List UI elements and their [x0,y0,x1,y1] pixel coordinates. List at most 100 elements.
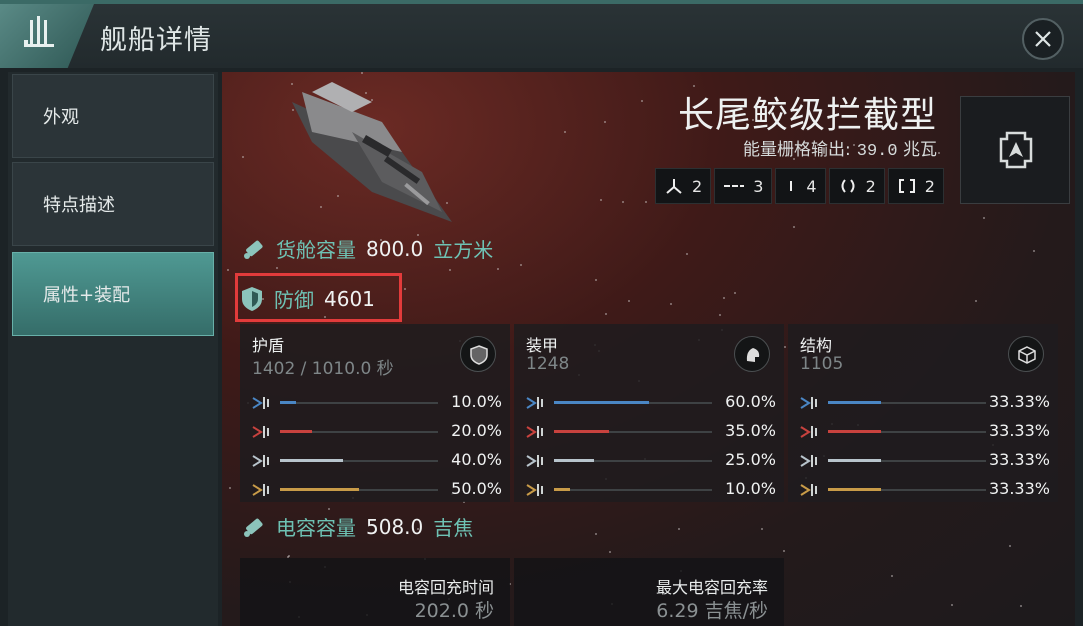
sidebar-item-appearance[interactable]: 外观 [12,74,214,158]
star [686,253,688,255]
kinetic-damage-icon [252,455,269,467]
star [609,551,611,553]
resist-fill [554,401,649,404]
star [595,533,597,535]
close-button[interactable] [1022,18,1064,60]
low-slot-icon [841,179,855,193]
resist-fill [828,430,881,433]
resist-percent: 35.0% [725,421,776,440]
structure-cube-icon [1018,346,1036,364]
star [276,267,278,269]
resist-percent: 20.0% [451,421,502,440]
star [645,201,647,203]
resist-row-thermal: 20.0% [252,421,502,443]
resist-percent: 33.33% [988,450,1050,469]
star [641,100,643,102]
attributes-panel: 长尾鲛级拦截型 能量栅格输出: 39.0 兆瓦 2 3 4 2 2 货舱容量 8… [222,72,1075,626]
explosive-damage-icon [800,484,817,496]
capacitor-row: 电容容量 508.0 吉焦 [240,512,473,541]
resist-percent: 33.33% [988,392,1050,411]
slot-count: 2 [692,176,703,196]
ship-name: 长尾鲛级拦截型 [677,95,937,136]
window-logo [0,4,94,68]
slot-rig: 2 [887,168,944,204]
structure-resist-panel: 结构 1105 33.33% 33.33% 33.33% 33.33% [788,324,1058,502]
sidebar-item-attributes-fitting[interactable]: 属性+装配 [12,252,214,336]
resist-row-em: 33.33% [800,392,1050,414]
explosive-damage-icon [526,484,543,496]
resist-row-em: 60.0% [526,392,776,414]
shield-title: 护盾 [252,336,285,355]
star [622,201,624,203]
resist-row-em: 10.0% [252,392,502,414]
capacitor-value: 508.0 [366,514,424,539]
slot-count: 2 [924,176,935,196]
structure-title: 结构 [800,336,833,355]
capacitor-unit: 吉焦 [433,516,474,540]
star [604,121,606,123]
resist-fill [554,430,610,433]
kinetic-damage-icon [526,455,543,467]
ship-render-image [292,82,452,222]
armor-hp: 1248 [526,354,570,374]
capacitor-label: 电容容量 [276,516,356,540]
high-slot-icon [724,185,745,187]
sidebar-item-traits[interactable]: 特点描述 [12,162,214,246]
star [983,217,985,219]
resist-row-explosive: 10.0% [526,479,776,501]
resist-fill [554,459,594,462]
target-ship-icon [999,131,1033,169]
cargo-label: 货舱容量 [276,238,356,262]
power-grid-unit: 兆瓦 [903,140,937,160]
peak-recharge-label: 最大电容回充率 [655,578,768,597]
star [678,528,680,530]
resist-track [554,488,712,491]
resist-percent: 40.0% [451,450,502,469]
star [891,575,893,577]
star [975,300,977,302]
star [1020,605,1022,607]
ship-fleet-icon [24,16,54,47]
recharge-time-label: 电容回充时间 [397,578,494,597]
star [938,152,940,154]
structure-hp: 1105 [800,354,844,374]
star [564,131,566,133]
resist-row-thermal: 33.33% [800,421,1050,443]
resist-track [554,459,712,462]
shield-icon-button [460,336,496,372]
star [227,269,229,271]
resist-percent: 33.33% [988,421,1050,440]
cargo-capacity-row: 货舱容量 800.0 立方米 [240,234,493,263]
peak-recharge-value: 6.29 吉焦/秒 [656,600,768,622]
resist-fill [828,459,881,462]
star [242,156,244,158]
show-in-space-button[interactable] [960,96,1070,204]
resist-track [828,459,986,462]
resist-track [828,488,986,491]
resist-percent: 33.33% [988,479,1050,498]
cargo-icon [244,240,263,259]
resist-track [554,401,712,404]
resist-percent: 10.0% [725,479,776,498]
armor-icon-button [734,336,770,372]
resist-fill [828,401,881,404]
slot-count: 2 [865,176,876,196]
resist-track [280,401,438,404]
recharge-time-value: 202.0 秒 [414,600,494,622]
cargo-value: 800.0 [366,236,424,261]
sidebar: 外观 特点描述 属性+装配 [8,72,218,626]
cargo-unit: 立方米 [433,238,494,262]
star [449,269,451,271]
star [497,268,499,270]
resist-fill [280,459,344,462]
resist-row-kinetic: 33.33% [800,450,1050,472]
shield-resist-panel: 护盾 1402 / 1010.0 秒 10.0% 20.0% 40.0% 50.0% [240,324,510,502]
slot-count: 3 [753,176,764,196]
star [783,550,785,552]
resist-row-kinetic: 40.0% [252,450,502,472]
star [595,279,597,281]
armor-resist-panel: 装甲 1248 60.0% 35.0% 25.0% 10.0% [514,324,784,502]
star [793,226,795,228]
resist-fill [280,488,359,491]
star [229,487,231,489]
